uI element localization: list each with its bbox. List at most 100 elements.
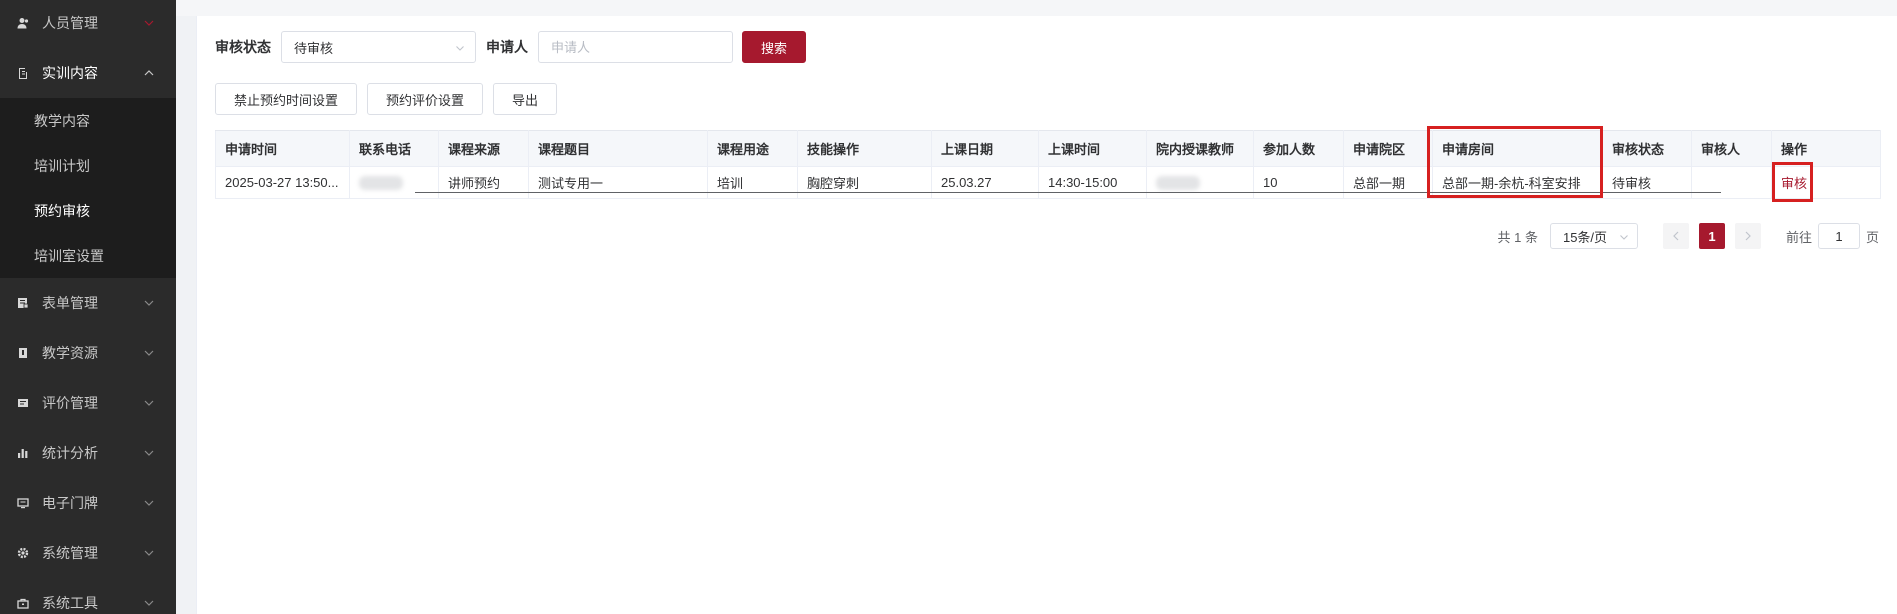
sidebar-item-label: 教学资源 <box>42 345 98 361</box>
disable-booking-time-button[interactable]: 禁止预约时间设置 <box>215 83 358 115</box>
sidebar-item-label: 实训内容 <box>42 65 98 81</box>
chevron-down-icon <box>455 41 465 56</box>
clipboard-icon <box>16 66 30 80</box>
table-header-row: 申请时间 联系电话 课程来源 课程题目 课程用途 技能操作 上课日期 上课时间 … <box>215 130 1881 167</box>
sidebar-subitem-room-settings[interactable]: 培训室设置 <box>0 233 176 278</box>
chevron-right-icon <box>1745 231 1751 241</box>
cell-room: 总部一期-余杭-科室安排 <box>1432 166 1603 199</box>
bar-chart-icon <box>16 446 30 460</box>
sidebar-item-label: 表单管理 <box>42 295 98 311</box>
rating-icon <box>16 396 30 410</box>
sidebar-item-training-content[interactable]: 实训内容 <box>0 48 176 98</box>
review-link[interactable]: 审核 <box>1781 176 1807 191</box>
cell-status: 待审核 <box>1602 166 1692 199</box>
sidebar-item-teaching-resources[interactable]: 教学资源 <box>0 328 176 378</box>
sidebar-item-label: 电子门牌 <box>42 495 98 511</box>
cell-purpose: 培训 <box>707 166 798 199</box>
col-title: 课程题目 <box>528 130 708 167</box>
chevron-down-icon <box>1619 230 1629 245</box>
sidebar-item-label: 人员管理 <box>42 15 98 31</box>
col-source: 课程来源 <box>438 130 529 167</box>
sidebar-subitem-training-plan[interactable]: 培训计划 <box>0 143 176 188</box>
chevron-down-icon <box>142 296 156 310</box>
user-icon <box>16 16 30 30</box>
table-row: 2025-03-27 13:50... 讲师预约 测试专用一 培训 胸腔穿刺 2… <box>215 166 1881 199</box>
col-phone: 联系电话 <box>349 130 439 167</box>
sidebar-item-label: 系统管理 <box>42 545 98 561</box>
cell-operation: 审核 <box>1771 166 1881 199</box>
chevron-up-icon <box>142 66 156 80</box>
status-select-value: 待审核 <box>294 40 334 56</box>
booking-table: 申请时间 联系电话 课程来源 课程题目 课程用途 技能操作 上课日期 上课时间 … <box>215 126 1881 202</box>
applicant-input[interactable] <box>538 31 733 63</box>
col-reviewer: 审核人 <box>1691 130 1772 167</box>
page-number-current[interactable]: 1 <box>1698 223 1725 249</box>
goto-page-input[interactable] <box>1817 223 1860 249</box>
top-strip <box>176 0 1897 16</box>
status-select[interactable]: 待审核 <box>281 31 476 63</box>
chevron-down-icon <box>142 16 156 30</box>
sidebar-subitem-booking-review[interactable]: 预约审核 <box>0 188 176 233</box>
cell-skill: 胸腔穿刺 <box>797 166 932 199</box>
chevron-left-icon <box>1673 231 1679 241</box>
sidebar-item-label: 统计分析 <box>42 445 98 461</box>
sidebar-item-evaluation-management[interactable]: 评价管理 <box>0 378 176 428</box>
pagination-total: 共 1 条 <box>1497 229 1538 245</box>
chevron-down-icon <box>142 446 156 460</box>
main-content: 审核状态 待审核 申请人 搜索 禁止预约时间设置 预约评价设置 导出 申请时间 … <box>196 16 1897 614</box>
col-status: 审核状态 <box>1602 130 1692 167</box>
page-size-select[interactable]: 15条/页 <box>1549 223 1638 249</box>
redacted-teacher <box>1156 176 1200 191</box>
sidebar-item-system-management[interactable]: 系统管理 <box>0 528 176 578</box>
status-filter-label: 审核状态 <box>215 39 271 55</box>
col-apply-time: 申请时间 <box>215 130 350 167</box>
search-button[interactable]: 搜索 <box>742 31 807 63</box>
chevron-down-icon <box>142 496 156 510</box>
chevron-down-icon <box>142 346 156 360</box>
cell-reviewer <box>1691 166 1772 199</box>
cell-date: 25.03.27 <box>931 166 1039 199</box>
action-bar: 禁止预约时间设置 预约评价设置 导出 <box>215 83 567 115</box>
sidebar-item-label: 评价管理 <box>42 395 98 411</box>
toolbox-icon <box>16 596 30 610</box>
sidebar-item-form-management[interactable]: 表单管理 <box>0 278 176 328</box>
col-teacher: 院内授课教师 <box>1146 130 1254 167</box>
cell-campus: 总部一期 <box>1343 166 1433 199</box>
sidebar: 人员管理 实训内容 教学内容 培训计划 预约审核 培训室设置 表单管理 教学资源 <box>0 0 176 614</box>
cell-time: 14:30-15:00 <box>1038 166 1147 199</box>
book-icon <box>16 346 30 360</box>
col-campus: 申请院区 <box>1343 130 1433 167</box>
col-purpose: 课程用途 <box>707 130 798 167</box>
col-skill: 技能操作 <box>797 130 932 167</box>
monitor-icon <box>16 496 30 510</box>
cell-teacher <box>1146 166 1254 199</box>
next-page-button[interactable] <box>1734 223 1761 249</box>
cell-apply-time: 2025-03-27 13:50... <box>215 166 350 199</box>
export-button[interactable]: 导出 <box>493 83 558 115</box>
booking-evaluation-settings-button[interactable]: 预约评价设置 <box>367 83 484 115</box>
prev-page-button[interactable] <box>1662 223 1689 249</box>
sidebar-item-door-sign[interactable]: 电子门牌 <box>0 478 176 528</box>
underline-annotation <box>415 192 1721 193</box>
training-content-submenu: 教学内容 培训计划 预约审核 培训室设置 <box>0 98 176 278</box>
cell-phone <box>349 166 439 199</box>
form-icon <box>16 296 30 310</box>
goto-label: 前往 <box>1785 229 1812 245</box>
sidebar-item-user-management[interactable]: 人员管理 <box>0 0 176 48</box>
cell-title: 测试专用一 <box>528 166 708 199</box>
sidebar-item-system-tools[interactable]: 系统工具 <box>0 578 176 614</box>
cell-source: 讲师预约 <box>438 166 529 199</box>
pagination: 共 1 条 15条/页 1 前往 页 <box>1497 223 1879 249</box>
col-operation: 操作 <box>1771 130 1881 167</box>
sidebar-subitem-teaching-content[interactable]: 教学内容 <box>0 98 176 143</box>
applicant-filter-label: 申请人 <box>486 39 528 55</box>
chevron-down-icon <box>142 396 156 410</box>
sidebar-item-label: 系统工具 <box>42 595 98 611</box>
page-size-value: 15条/页 <box>1562 229 1608 245</box>
page-unit-label: 页 <box>1865 229 1879 245</box>
redacted-phone <box>359 176 403 191</box>
sidebar-item-statistics[interactable]: 统计分析 <box>0 428 176 478</box>
chevron-down-icon <box>142 596 156 610</box>
col-date: 上课日期 <box>931 130 1039 167</box>
cell-count: 10 <box>1253 166 1344 199</box>
